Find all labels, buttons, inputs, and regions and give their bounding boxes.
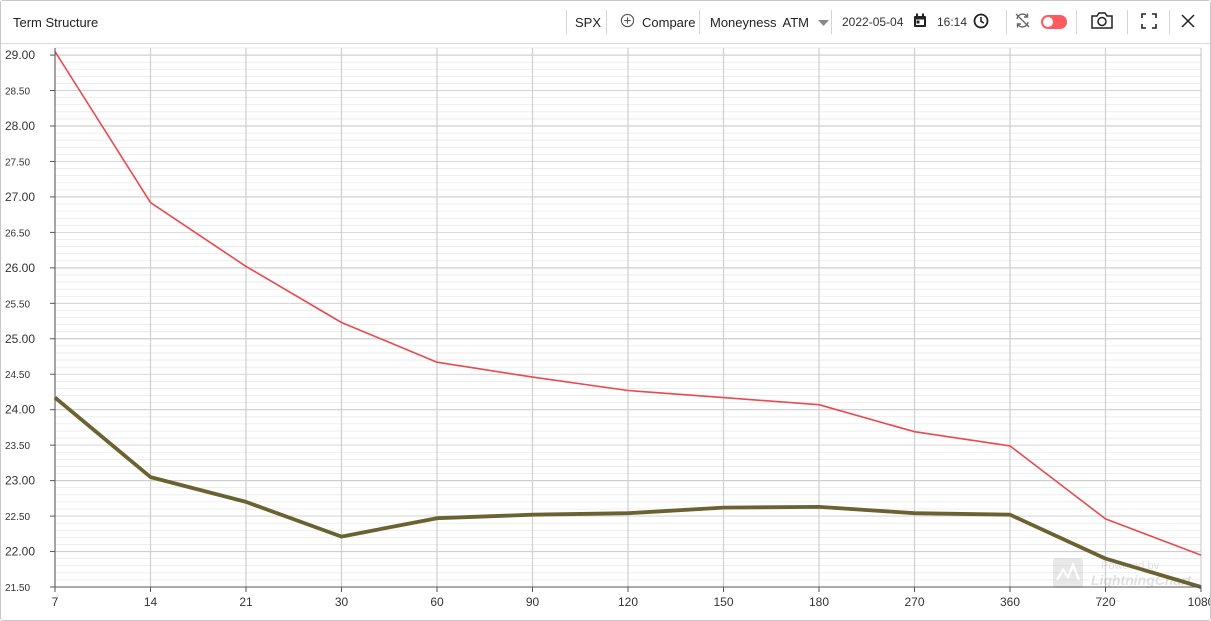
fullscreen-button[interactable] bbox=[1141, 1, 1157, 43]
x-tick-label: 270 bbox=[904, 595, 924, 609]
y-tick-label: 24.00 bbox=[5, 403, 35, 417]
divider bbox=[1169, 10, 1170, 34]
sync-icon bbox=[1014, 12, 1031, 32]
divider bbox=[1127, 10, 1128, 34]
close-icon bbox=[1181, 13, 1195, 31]
live-toggle[interactable] bbox=[1041, 1, 1067, 43]
y-tick-label: 28.00 bbox=[5, 119, 35, 133]
x-tick-label: 60 bbox=[430, 595, 444, 609]
x-tick-label: 14 bbox=[144, 595, 158, 609]
x-tick-label: 180 bbox=[809, 595, 829, 609]
y-tick-label: 27.50 bbox=[5, 157, 30, 168]
divider bbox=[566, 10, 567, 34]
calendar-icon bbox=[913, 13, 927, 31]
chevron-down-icon bbox=[817, 15, 829, 30]
compare-label: Compare bbox=[642, 14, 696, 30]
y-tick-label: 27.00 bbox=[5, 190, 35, 204]
y-tick-label: 22.00 bbox=[5, 545, 35, 559]
auto-refresh-button[interactable] bbox=[1014, 1, 1031, 43]
x-tick-label: 360 bbox=[1000, 595, 1020, 609]
x-tick-label: 7 bbox=[52, 595, 59, 609]
y-tick-label: 28.50 bbox=[5, 87, 30, 98]
y-tick-label: 24.50 bbox=[5, 370, 30, 381]
clock-icon bbox=[973, 13, 989, 32]
fullscreen-icon bbox=[1141, 12, 1157, 32]
time-picker-button[interactable] bbox=[973, 1, 989, 43]
divider bbox=[699, 10, 700, 34]
panel-title: Term Structure bbox=[13, 14, 99, 30]
x-tick-label: 150 bbox=[713, 595, 733, 609]
compare-button[interactable]: Compare bbox=[620, 1, 695, 43]
x-tick-label: 120 bbox=[618, 595, 638, 609]
y-tick-label: 21.50 bbox=[5, 583, 30, 594]
x-tick-label: 90 bbox=[526, 595, 540, 609]
screenshot-button[interactable] bbox=[1090, 1, 1114, 43]
y-tick-label: 23.00 bbox=[5, 474, 35, 488]
divider bbox=[1006, 10, 1007, 34]
toolbar: Term Structure SPX Compare Moneyness ATM… bbox=[1, 1, 1210, 44]
watermark-logo bbox=[1053, 558, 1083, 588]
x-tick-label: 1080 bbox=[1188, 595, 1210, 609]
time-field[interactable]: 16:14 bbox=[937, 1, 967, 43]
y-tick-label: 25.50 bbox=[5, 299, 30, 310]
x-tick-label: 21 bbox=[239, 595, 253, 609]
camera-icon bbox=[1090, 11, 1114, 33]
y-tick-label: 26.50 bbox=[5, 228, 30, 239]
y-tick-label: 22.50 bbox=[5, 512, 30, 523]
x-tick-label: 30 bbox=[335, 595, 349, 609]
toggle-icon bbox=[1041, 15, 1067, 29]
divider bbox=[831, 10, 832, 34]
divider bbox=[606, 10, 607, 34]
moneyness-dropdown[interactable]: Moneyness ATM bbox=[710, 1, 829, 43]
chart-panel: Term Structure SPX Compare Moneyness ATM… bbox=[0, 0, 1211, 621]
y-tick-label: 26.00 bbox=[5, 261, 35, 275]
y-tick-label: 25.00 bbox=[5, 332, 35, 346]
date-field[interactable]: 2022-05-04 bbox=[842, 1, 903, 43]
x-tick-label: 720 bbox=[1095, 595, 1115, 609]
moneyness-label: Moneyness bbox=[710, 14, 777, 30]
symbol-selector[interactable]: SPX bbox=[575, 1, 601, 43]
moneyness-value: ATM bbox=[782, 14, 809, 30]
date-picker-button[interactable] bbox=[913, 1, 927, 43]
close-button[interactable] bbox=[1181, 1, 1195, 43]
y-tick-label: 29.00 bbox=[5, 48, 35, 62]
divider bbox=[1076, 10, 1077, 34]
plus-circle-icon bbox=[620, 13, 635, 31]
y-tick-label: 23.50 bbox=[5, 441, 30, 452]
grid bbox=[54, 47, 1202, 588]
term-structure-chart: Powered by LightningChart 21.5022.0022.5… bbox=[5, 47, 1210, 609]
